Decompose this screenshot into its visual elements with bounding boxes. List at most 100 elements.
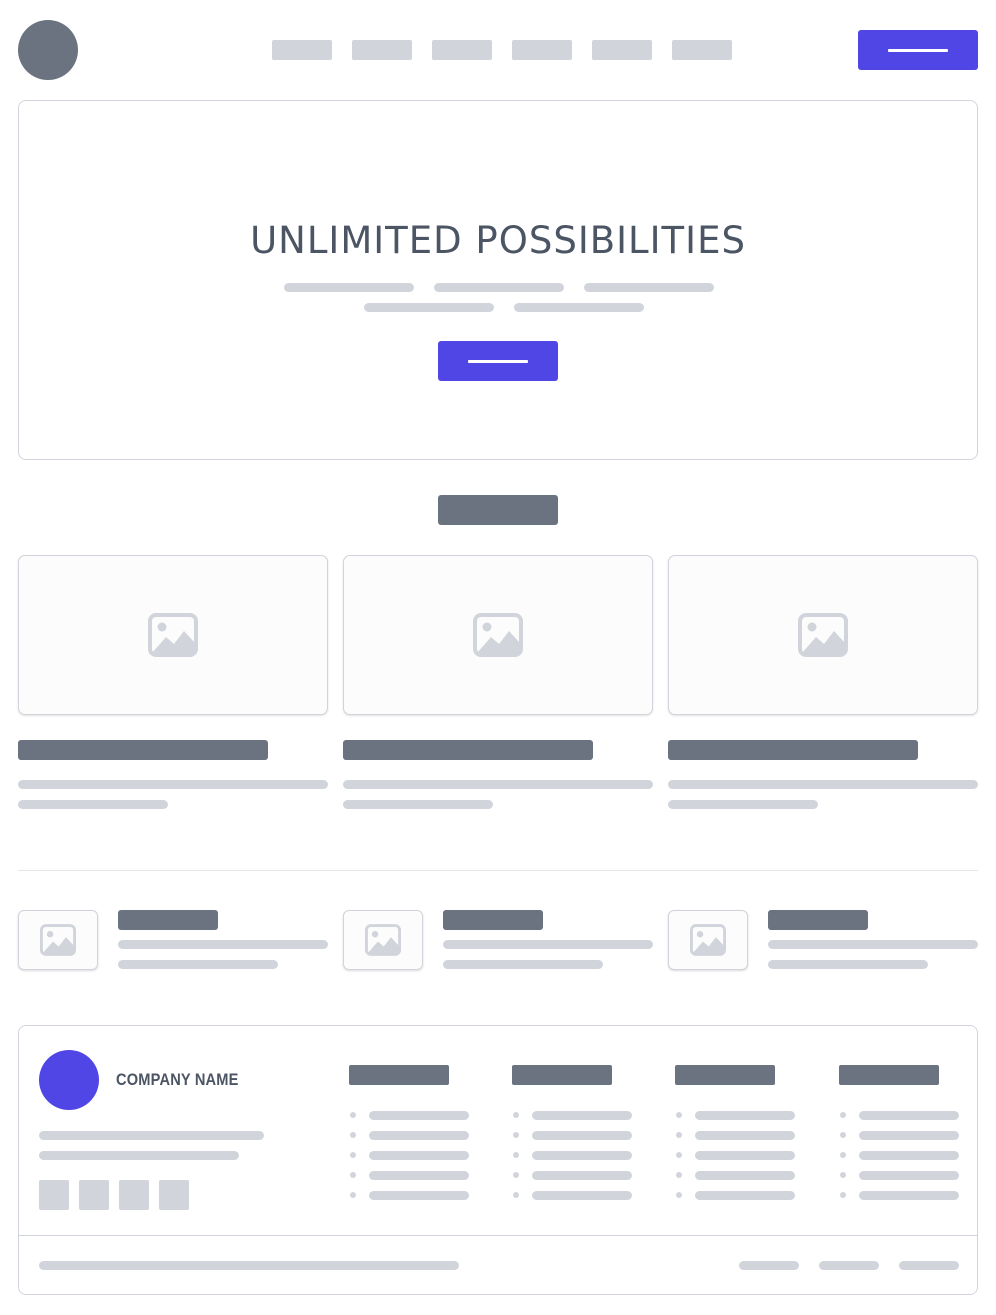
footer-about-text	[39, 1151, 239, 1160]
mini-feature-image[interactable]	[343, 910, 423, 970]
footer-link[interactable]	[532, 1151, 632, 1160]
mini-feature-image[interactable]	[18, 910, 98, 970]
social-icon[interactable]	[79, 1180, 109, 1210]
footer-link[interactable]	[532, 1191, 632, 1200]
bullet-icon	[840, 1132, 846, 1138]
mini-feature-text	[768, 960, 928, 969]
footer-link[interactable]	[369, 1111, 469, 1120]
hero-text-line	[434, 283, 564, 292]
footer-link[interactable]	[695, 1151, 795, 1160]
bullet-icon	[350, 1172, 356, 1178]
hero-section: UNLIMITED POSSIBILITIES	[18, 100, 978, 460]
feature-card-title	[18, 740, 268, 760]
nav-item-3[interactable]	[432, 40, 492, 60]
bullet-icon	[513, 1192, 519, 1198]
mini-feature-title	[768, 910, 868, 930]
footer-link[interactable]	[532, 1131, 632, 1140]
footer-link[interactable]	[859, 1111, 959, 1120]
footer-link[interactable]	[695, 1131, 795, 1140]
social-icon[interactable]	[119, 1180, 149, 1210]
mini-feature-text	[443, 940, 653, 949]
header-cta-button[interactable]	[858, 30, 978, 70]
site-footer: COMPANY NAME	[18, 1025, 978, 1295]
footer-bottom-link[interactable]	[739, 1261, 799, 1270]
footer-link[interactable]	[532, 1171, 632, 1180]
feature-card-title	[343, 740, 593, 760]
footer-bottom-link[interactable]	[899, 1261, 959, 1270]
footer-column-heading	[675, 1065, 775, 1085]
header-cta-label-placeholder	[888, 48, 948, 52]
hero-text-line	[364, 303, 494, 312]
feature-card-image[interactable]	[18, 555, 328, 715]
mini-feature-text	[118, 940, 328, 949]
feature-card-image[interactable]	[668, 555, 978, 715]
image-icon	[690, 924, 726, 956]
nav-item-1[interactable]	[272, 40, 332, 60]
feature-card-image[interactable]	[343, 555, 653, 715]
footer-link[interactable]	[859, 1171, 959, 1180]
hero-text-line	[584, 283, 714, 292]
bullet-icon	[840, 1172, 846, 1178]
footer-bottom-link[interactable]	[819, 1261, 879, 1270]
footer-column-heading	[839, 1065, 939, 1085]
company-name: COMPANY NAME	[116, 1070, 239, 1089]
bullet-icon	[350, 1152, 356, 1158]
nav-item-5[interactable]	[592, 40, 652, 60]
bullet-icon	[676, 1172, 682, 1178]
footer-link[interactable]	[695, 1111, 795, 1120]
mini-feature-image[interactable]	[668, 910, 748, 970]
mini-feature-text	[118, 960, 278, 969]
feature-card-text	[18, 800, 168, 809]
bullet-icon	[513, 1112, 519, 1118]
footer-link[interactable]	[532, 1111, 632, 1120]
footer-logo[interactable]	[39, 1050, 99, 1110]
feature-card-text	[668, 800, 818, 809]
footer-column-heading	[349, 1065, 449, 1085]
nav-item-6[interactable]	[672, 40, 732, 60]
mini-feature-text	[443, 960, 603, 969]
hero-cta-label-placeholder	[468, 359, 528, 363]
bullet-icon	[676, 1152, 682, 1158]
feature-card-text	[18, 780, 328, 789]
hero-title: UNLIMITED POSSIBILITIES	[250, 219, 746, 262]
bullet-icon	[840, 1112, 846, 1118]
footer-link[interactable]	[695, 1191, 795, 1200]
bullet-icon	[676, 1112, 682, 1118]
footer-divider	[19, 1235, 977, 1236]
social-icon[interactable]	[39, 1180, 69, 1210]
nav-item-2[interactable]	[352, 40, 412, 60]
section-divider	[18, 870, 978, 871]
bullet-icon	[840, 1192, 846, 1198]
feature-card-text	[343, 780, 653, 789]
footer-link[interactable]	[695, 1171, 795, 1180]
bullet-icon	[676, 1192, 682, 1198]
footer-column-heading	[512, 1065, 612, 1085]
footer-link[interactable]	[859, 1151, 959, 1160]
footer-link[interactable]	[859, 1131, 959, 1140]
hero-text-line	[284, 283, 414, 292]
bullet-icon	[350, 1112, 356, 1118]
mini-feature-title	[443, 910, 543, 930]
logo[interactable]	[18, 20, 78, 80]
bullet-icon	[513, 1132, 519, 1138]
image-icon	[148, 613, 198, 657]
bullet-icon	[676, 1132, 682, 1138]
hero-text-line	[514, 303, 644, 312]
social-icon[interactable]	[159, 1180, 189, 1210]
footer-link[interactable]	[369, 1171, 469, 1180]
image-icon	[40, 924, 76, 956]
footer-link[interactable]	[369, 1131, 469, 1140]
bullet-icon	[350, 1192, 356, 1198]
features-heading	[438, 495, 558, 525]
bullet-icon	[513, 1172, 519, 1178]
nav-item-4[interactable]	[512, 40, 572, 60]
mini-feature-text	[768, 940, 978, 949]
footer-link[interactable]	[369, 1191, 469, 1200]
image-icon	[365, 924, 401, 956]
copyright-text	[39, 1261, 459, 1270]
footer-link[interactable]	[369, 1151, 469, 1160]
hero-cta-button[interactable]	[438, 341, 558, 381]
footer-link[interactable]	[859, 1191, 959, 1200]
footer-about-text	[39, 1131, 264, 1140]
mini-feature-title	[118, 910, 218, 930]
